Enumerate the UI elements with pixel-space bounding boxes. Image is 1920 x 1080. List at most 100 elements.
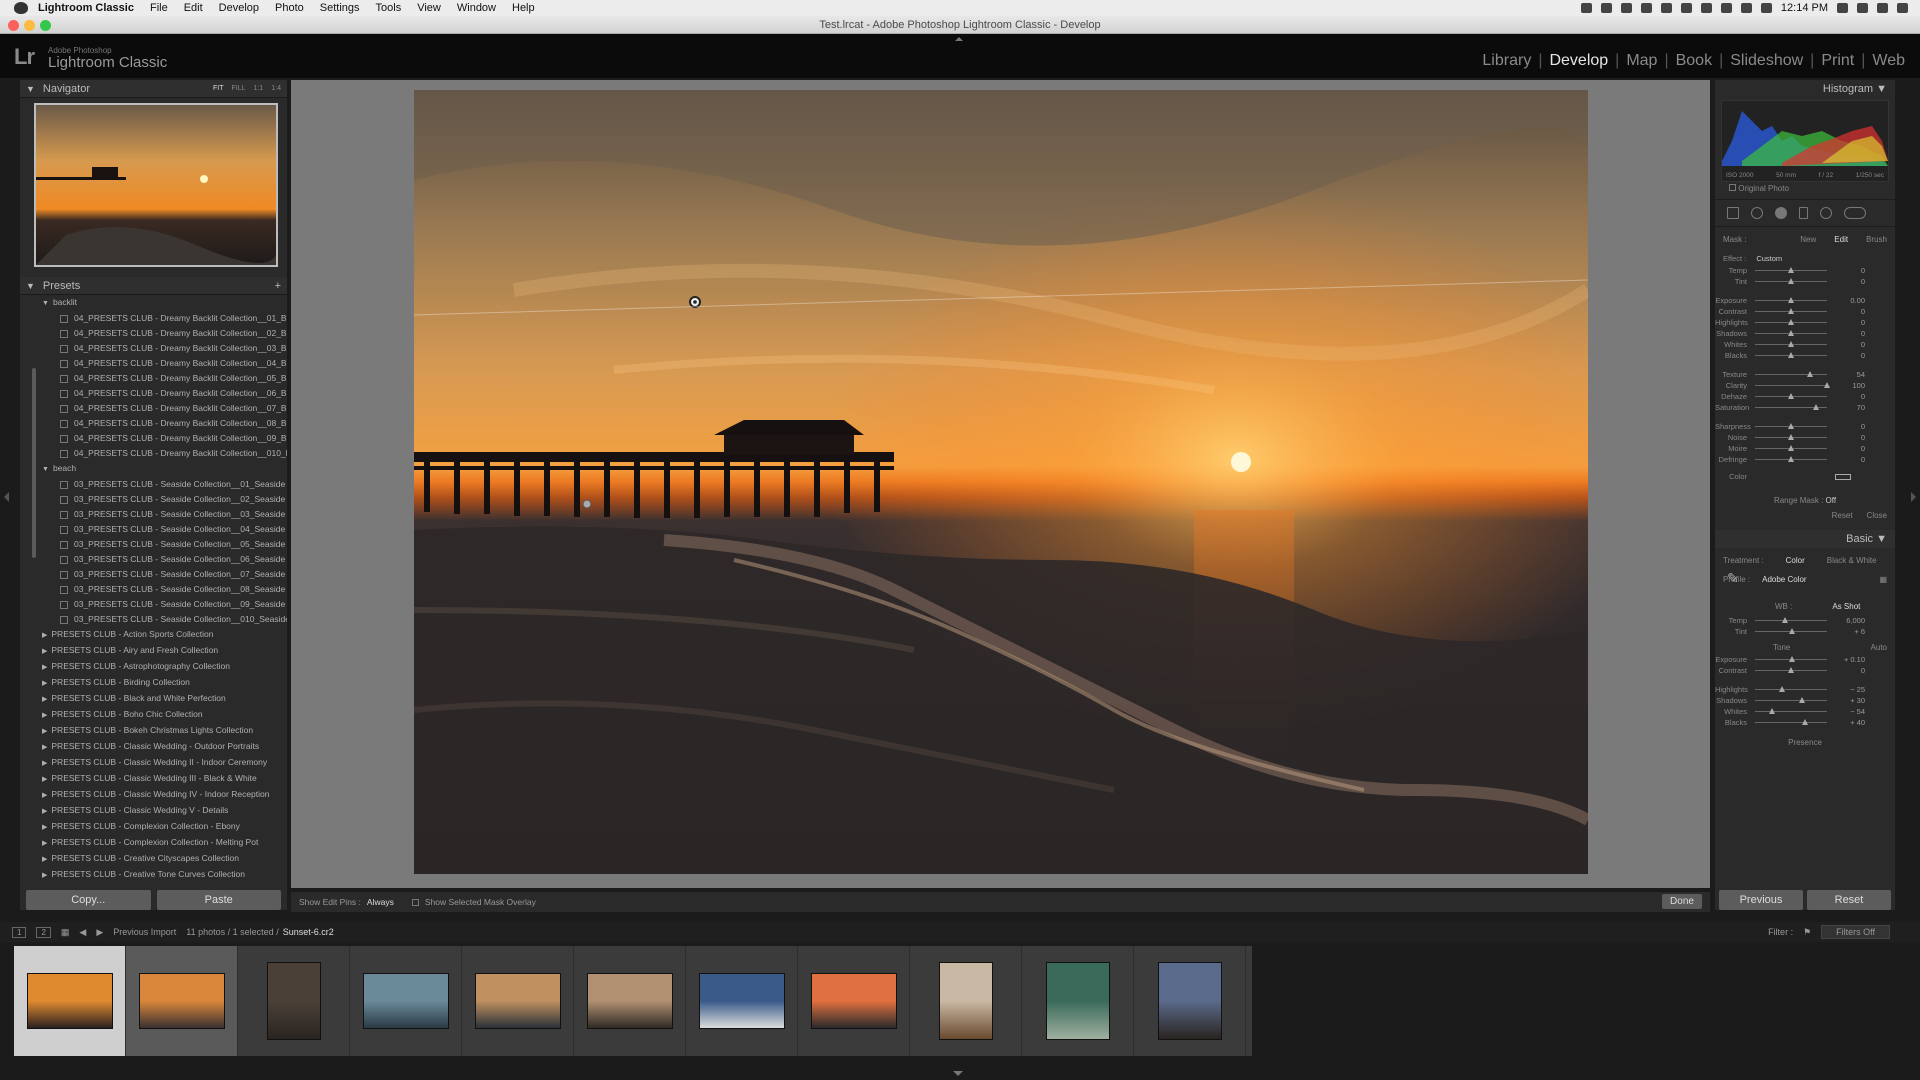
slider-knob[interactable]	[1779, 686, 1786, 692]
slider-knob[interactable]	[1788, 656, 1795, 662]
preset-item[interactable]: 03_PRESETS CLUB - Seaside Collection__01…	[42, 612, 287, 627]
right-panel-toggle-icon[interactable]	[1911, 492, 1916, 502]
grid-view-icon[interactable]: ▦	[61, 927, 70, 938]
expand-triangle-icon[interactable]: ▶	[42, 696, 47, 703]
auto-tone-button[interactable]: Auto	[1871, 643, 1887, 652]
preset-item[interactable]: 03_PRESETS CLUB - Seaside Collection__09…	[42, 597, 287, 612]
done-button[interactable]: Done	[1662, 894, 1702, 909]
preset-item[interactable]: 04_PRESETS CLUB - Dreamy Backlit Collect…	[42, 416, 287, 431]
filmstrip-thumbnail[interactable]	[26, 973, 113, 1029]
preset-folder[interactable]: ▼ backlit	[42, 295, 287, 311]
slider-knob[interactable]	[1788, 667, 1794, 673]
filmstrip-cell[interactable]	[798, 946, 910, 1056]
slider-knob[interactable]	[1782, 617, 1789, 623]
slider-value[interactable]: 0.00	[1827, 296, 1865, 305]
selected-filename[interactable]: Sunset-6.cr2	[283, 927, 334, 937]
collapse-triangle-icon[interactable]: ▼	[26, 281, 35, 291]
expand-triangle-icon[interactable]: ▶	[42, 744, 47, 751]
navigator-preview[interactable]	[34, 103, 278, 267]
filmstrip-cell[interactable]	[1134, 946, 1246, 1056]
menu-app-name[interactable]: Lightroom Classic	[38, 2, 134, 14]
menu-develop[interactable]: Develop	[219, 2, 259, 14]
color-swatch[interactable]	[1835, 473, 1851, 480]
forward-arrow-icon[interactable]: ▶	[96, 927, 103, 938]
slider-track[interactable]	[1755, 352, 1827, 358]
main-photo[interactable]	[414, 90, 1588, 874]
profile-select[interactable]: Adobe Color	[1762, 575, 1806, 584]
range-mask-select[interactable]: Off	[1826, 496, 1837, 505]
preset-collection[interactable]: ▶ PRESETS CLUB - Action Sports Collection	[42, 627, 287, 643]
slider-knob[interactable]	[1788, 434, 1794, 440]
slider-track[interactable]	[1755, 297, 1827, 303]
slider-track[interactable]	[1755, 445, 1827, 451]
filmstrip-cell[interactable]	[574, 946, 686, 1056]
zoom-fill[interactable]: FILL	[232, 85, 246, 92]
slider-value[interactable]: − 54	[1827, 707, 1865, 716]
reset-button[interactable]: Reset	[1807, 890, 1891, 910]
preset-item[interactable]: 04_PRESETS CLUB - Dreamy Backlit Collect…	[42, 341, 287, 356]
mask-edit[interactable]: Edit	[1834, 235, 1848, 244]
mask-overlay-checkbox[interactable]	[411, 898, 419, 906]
slider-value[interactable]: 0	[1827, 422, 1865, 431]
slider-track[interactable]	[1755, 656, 1827, 662]
menu-settings[interactable]: Settings	[320, 2, 360, 14]
crop-tool-icon[interactable]	[1727, 207, 1739, 219]
filmstrip-thumbnail[interactable]	[266, 962, 321, 1040]
user-icon[interactable]	[1837, 3, 1848, 13]
expand-triangle-icon[interactable]: ▶	[42, 712, 47, 719]
top-panel-toggle-icon[interactable]	[955, 37, 963, 41]
slider-value[interactable]: 0	[1827, 444, 1865, 453]
preset-item[interactable]: 03_PRESETS CLUB - Seaside Collection__08…	[42, 582, 287, 597]
presets-header[interactable]: ▼ Presets +	[20, 277, 287, 295]
slider-knob[interactable]	[1807, 371, 1814, 377]
preset-collection[interactable]: ▶ PRESETS CLUB - Complexion Collection - …	[42, 835, 287, 851]
slider-track[interactable]	[1755, 628, 1827, 634]
expand-triangle-icon[interactable]: ▶	[42, 840, 47, 847]
slider-knob[interactable]	[1788, 423, 1794, 429]
preset-item[interactable]: 04_PRESETS CLUB - Dreamy Backlit Collect…	[42, 446, 287, 461]
preset-collection[interactable]: ▶ PRESETS CLUB - Bokeh Christmas Lights C…	[42, 723, 287, 739]
zoom-window-button[interactable]	[40, 20, 51, 31]
module-book[interactable]: Book	[1669, 52, 1719, 70]
wb-select[interactable]: As Shot	[1832, 602, 1860, 611]
slider-knob[interactable]	[1788, 341, 1794, 347]
close-window-button[interactable]	[8, 20, 19, 31]
mask-close-button[interactable]: Close	[1867, 511, 1887, 520]
preset-collection[interactable]: ▶ PRESETS CLUB - Classic Wedding V - Deta…	[42, 803, 287, 819]
menu-file[interactable]: File	[150, 2, 168, 14]
slider-track[interactable]	[1755, 667, 1827, 673]
status-icon[interactable]	[1660, 3, 1672, 13]
edit-pin-icon[interactable]	[582, 499, 592, 509]
preset-collection[interactable]: ▶ PRESETS CLUB - Black and White Perfecti…	[42, 691, 287, 707]
paste-button[interactable]: Paste	[156, 890, 281, 910]
filmstrip-cell[interactable]	[1022, 946, 1134, 1056]
slider-value[interactable]: 0	[1827, 277, 1865, 286]
mask-new[interactable]: New	[1800, 235, 1816, 244]
filmstrip-cell[interactable]	[350, 946, 462, 1056]
preset-item[interactable]: 04_PRESETS CLUB - Dreamy Backlit Collect…	[42, 356, 287, 371]
filmstrip-thumbnail[interactable]	[1045, 962, 1110, 1040]
slider-value[interactable]: 0	[1827, 666, 1865, 675]
slider-value[interactable]: − 25	[1827, 685, 1865, 694]
filmstrip-cell[interactable]	[910, 946, 1022, 1056]
status-icon[interactable]	[1580, 3, 1592, 13]
filmstrip-thumbnail[interactable]	[474, 973, 561, 1029]
filmstrip-thumbnail[interactable]	[698, 973, 785, 1029]
preset-item[interactable]: 04_PRESETS CLUB - Dreamy Backlit Collect…	[42, 386, 287, 401]
expand-triangle-icon[interactable]: ▼	[42, 300, 49, 307]
status-icon[interactable]	[1680, 3, 1692, 13]
preset-item[interactable]: 04_PRESETS CLUB - Dreamy Backlit Collect…	[42, 311, 287, 326]
preset-item[interactable]: 03_PRESETS CLUB - Seaside Collection__02…	[42, 492, 287, 507]
module-map[interactable]: Map	[1619, 52, 1664, 70]
slider-knob[interactable]	[1798, 697, 1805, 703]
left-panel-toggle-icon[interactable]	[4, 492, 9, 502]
expand-triangle-icon[interactable]: ▶	[42, 680, 47, 687]
slider-knob[interactable]	[1788, 352, 1794, 358]
siri-icon[interactable]	[1877, 3, 1888, 13]
preset-folder[interactable]: ▼ beach	[42, 461, 287, 477]
slider-track[interactable]	[1755, 708, 1827, 714]
navigator-header[interactable]: ▼ Navigator FIT FILL 1:1 1:4	[20, 80, 287, 98]
slider-track[interactable]	[1755, 319, 1827, 325]
preset-collection[interactable]: ▶ PRESETS CLUB - Classic Wedding IV - Ind…	[42, 787, 287, 803]
original-photo-checkbox[interactable]	[1729, 184, 1736, 191]
